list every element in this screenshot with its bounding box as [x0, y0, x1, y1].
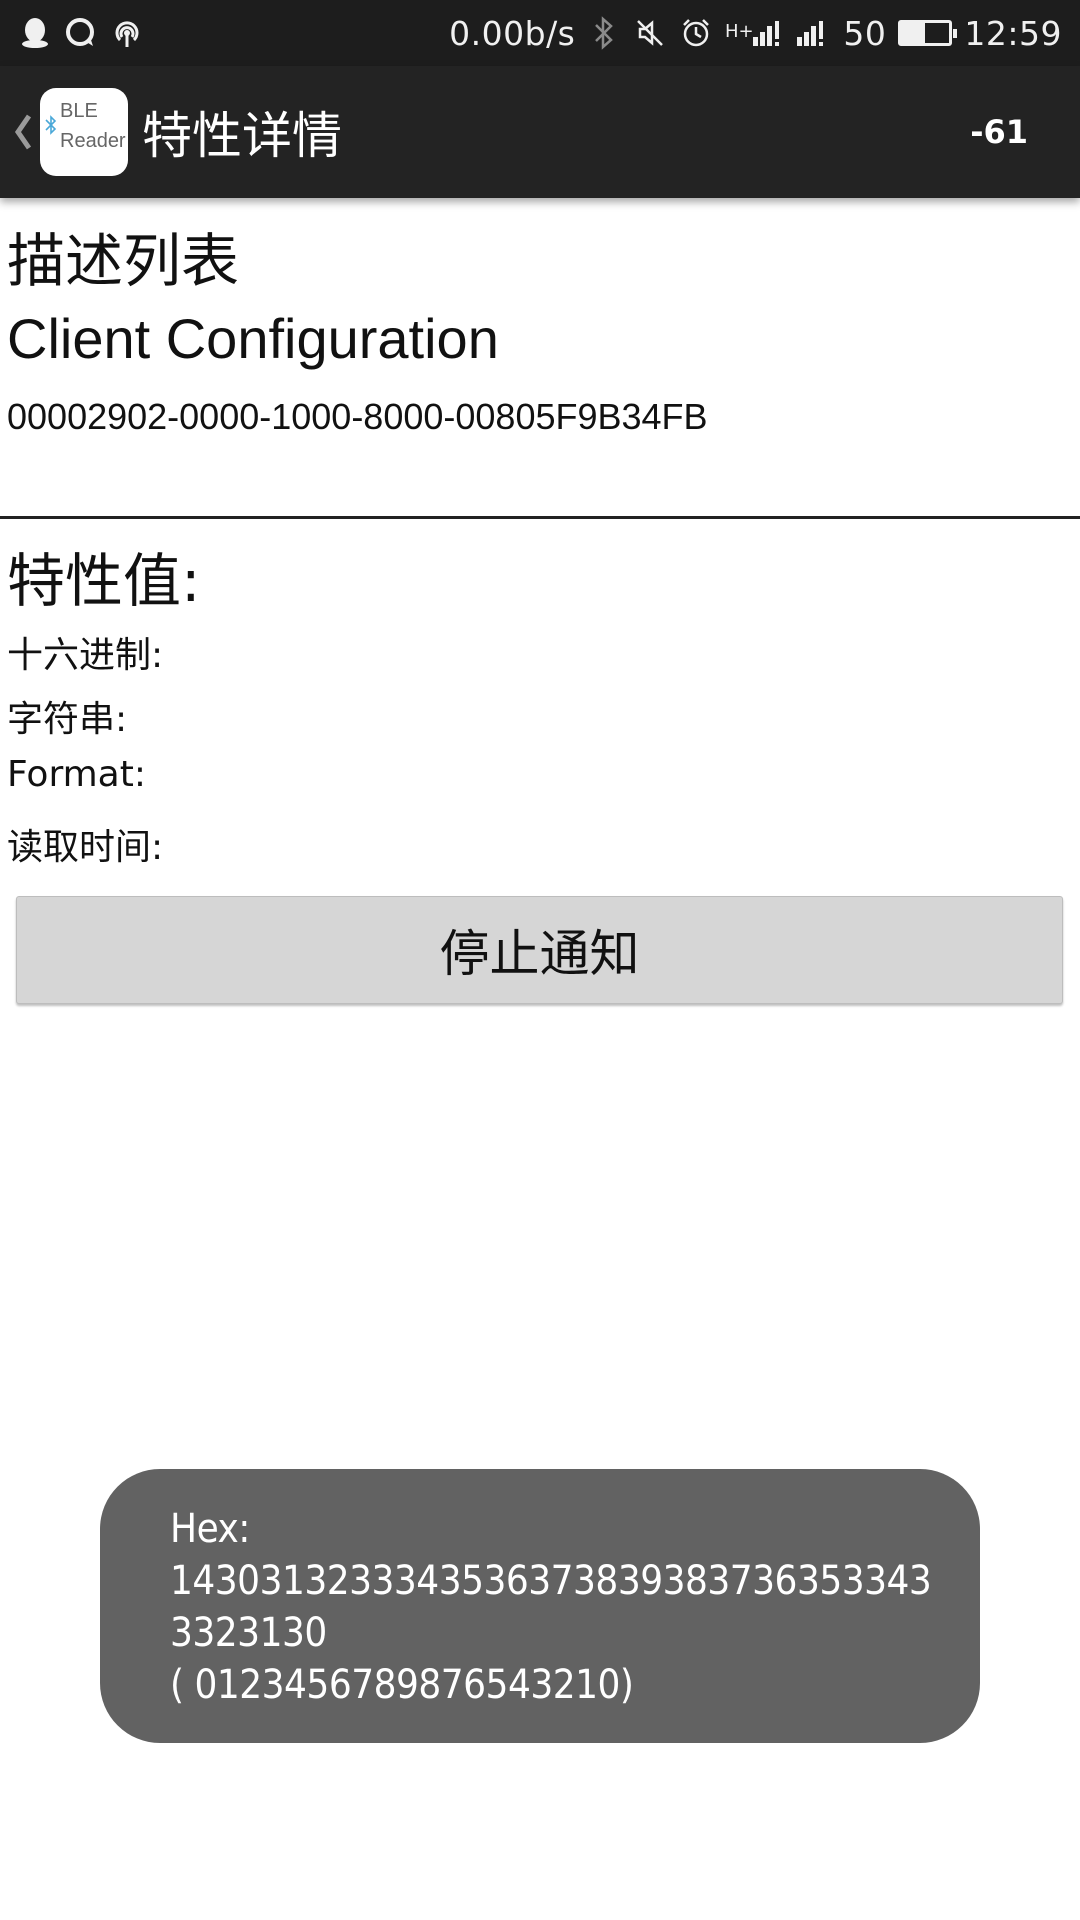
status-bar: 0.00b/s H+ 50 12:59 — [0, 0, 1080, 66]
bluetooth-icon — [587, 16, 621, 50]
toast-hex-label: Hex: — [170, 1506, 250, 1552]
alarm-icon — [679, 16, 713, 50]
status-bar-left — [18, 16, 144, 50]
bluetooth-logo-icon — [44, 114, 58, 140]
page-title: 特性详情 — [142, 107, 342, 165]
hex-label: 十六进制: — [7, 635, 164, 676]
signal-icon — [795, 16, 831, 50]
app-logo[interactable]: BLE Reader — [40, 88, 128, 176]
toast-hex-value-line1: 1430313233343536373839383736353343 — [170, 1558, 932, 1604]
rssi-value: -61 — [970, 113, 1028, 151]
descriptor-name[interactable]: Client Configuration — [7, 306, 499, 371]
action-bar: BLE Reader 特性详情 -61 — [0, 66, 1080, 198]
svg-text:H+: H+ — [725, 21, 754, 42]
read-time-label: 读取时间: — [7, 827, 164, 868]
descriptor-uuid: 00002902-0000-1000-8000-00805F9B34FB — [7, 396, 708, 437]
clock: 12:59 — [964, 13, 1062, 53]
logo-text-reader: Reader — [60, 130, 126, 152]
signal-label: 50 — [843, 13, 887, 53]
format-label: Format: — [7, 754, 146, 795]
message-icon — [64, 16, 98, 50]
toast-decoded-value: ( 0123456789876543210) — [170, 1662, 634, 1708]
characteristic-value-heading: 特性值: — [7, 547, 201, 615]
back-chevron-icon[interactable] — [8, 102, 38, 162]
string-label: 字符串: — [7, 699, 128, 740]
status-bar-right: 0.00b/s H+ 50 12:59 — [449, 14, 1062, 53]
net-speed: 0.00b/s — [449, 13, 576, 53]
logo-text-ble: BLE — [60, 100, 98, 122]
divider — [0, 516, 1080, 519]
hotspot-icon — [110, 16, 144, 50]
hex-toast: Hex: 1430313233343536373839383736353343 … — [100, 1469, 980, 1743]
qq-icon — [18, 16, 52, 50]
battery-level-fill — [901, 23, 926, 43]
stop-notify-button[interactable]: 停止通知 — [16, 896, 1063, 1004]
toast-hex-value-line2: 3323130 — [170, 1610, 327, 1656]
descriptor-list-heading: 描述列表 — [7, 227, 240, 295]
battery-icon — [898, 20, 958, 46]
mute-icon — [633, 16, 667, 50]
hplus-signal-icon: H+ — [725, 16, 783, 50]
